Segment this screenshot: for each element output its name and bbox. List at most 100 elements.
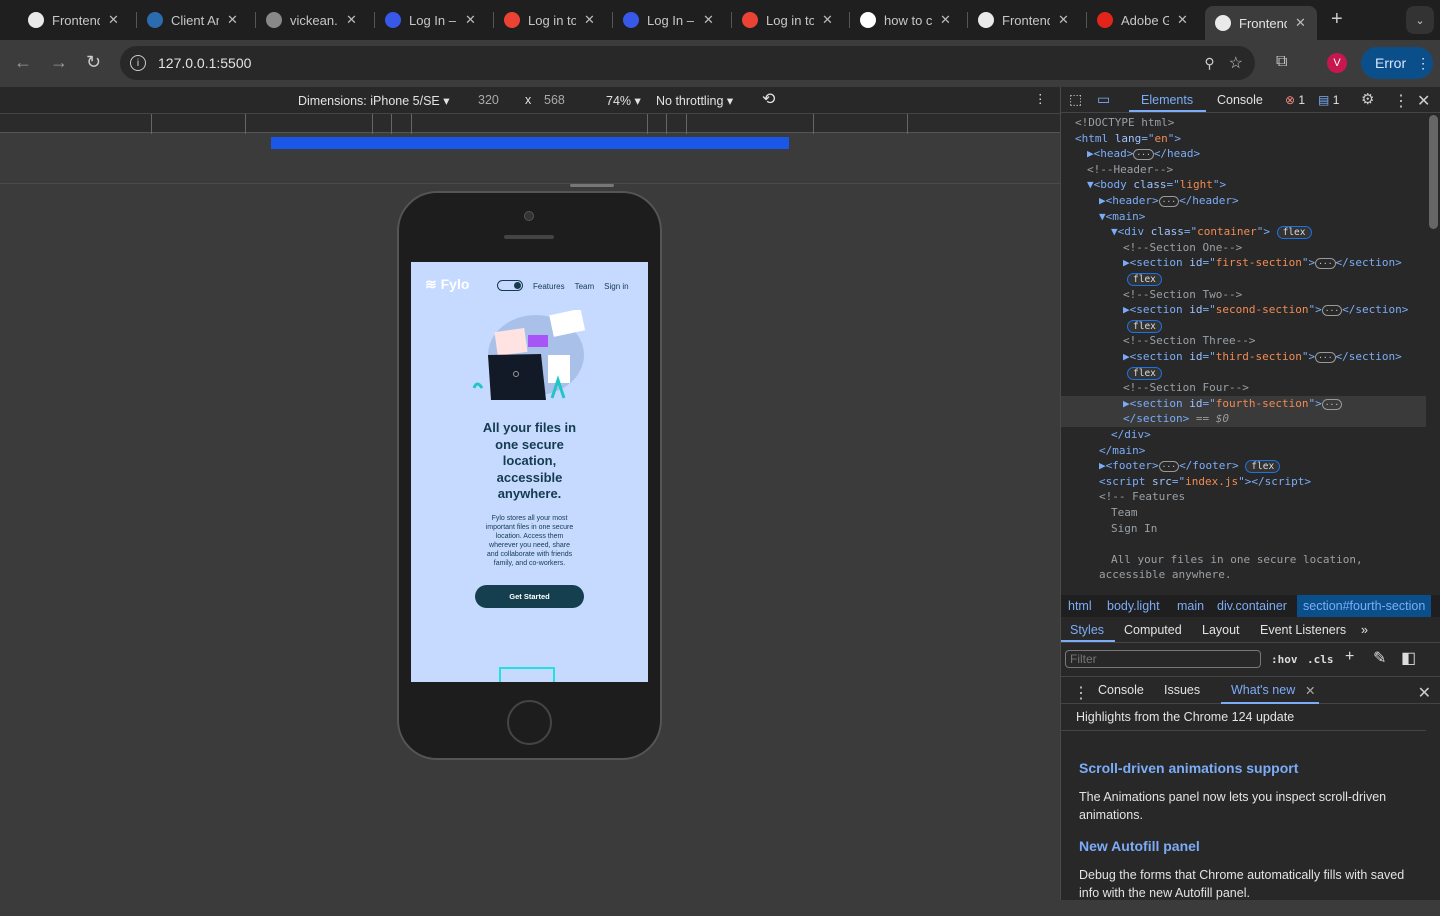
- close-tab-icon[interactable]: ✕: [1177, 12, 1188, 28]
- dom-node[interactable]: ▶<head> ··· </head>: [1087, 146, 1200, 162]
- styles-tab[interactable]: Computed: [1124, 623, 1182, 637]
- more-options-icon[interactable]: ⋮: [1034, 91, 1047, 106]
- dom-node[interactable]: Sign In: [1111, 521, 1157, 537]
- close-tab-icon[interactable]: ✕: [465, 12, 476, 28]
- close-tab-icon[interactable]: ✕: [584, 12, 595, 28]
- browser-tab[interactable]: Log in to ✕: [732, 6, 844, 34]
- dom-node[interactable]: <!--Section Two-->: [1123, 287, 1242, 303]
- throttling-select[interactable]: No throttling ▾: [656, 93, 733, 108]
- dom-node[interactable]: <html lang="en">: [1075, 131, 1181, 147]
- whats-new-title[interactable]: Scroll-driven animations support: [1079, 760, 1409, 776]
- flex-badge[interactable]: flex: [1276, 226, 1312, 240]
- browser-tab[interactable]: vickean. ✕: [256, 6, 368, 34]
- close-drawer-icon[interactable]: ✕: [1418, 683, 1431, 703]
- reload-button[interactable]: ↻: [86, 52, 101, 73]
- close-tab-icon[interactable]: ✕: [1058, 12, 1069, 28]
- dom-node[interactable]: <!-- Features: [1099, 489, 1185, 505]
- address-bar[interactable]: i 127.0.0.1:5500 ⚲ ☆: [120, 46, 1255, 80]
- hov-button[interactable]: :hov: [1271, 652, 1298, 668]
- elements-scrollbar[interactable]: [1429, 115, 1438, 229]
- breadcrumb-item[interactable]: html: [1068, 595, 1092, 617]
- dom-node[interactable]: <script src="index.js"></script>: [1099, 474, 1311, 490]
- tab-search-button[interactable]: ⌄: [1406, 6, 1434, 34]
- message-count[interactable]: ▤ 1: [1318, 93, 1339, 107]
- inspect-element-icon[interactable]: ⬚: [1069, 91, 1082, 108]
- zoom-select[interactable]: 74% ▾: [606, 93, 641, 108]
- toggle-sidebar-icon[interactable]: ◧: [1401, 648, 1416, 668]
- close-devtools-icon[interactable]: ✕: [1417, 91, 1430, 111]
- media-query-ruler[interactable]: [0, 113, 1060, 134]
- browser-tab[interactable]: Log in to ✕: [494, 6, 606, 34]
- site-nav-link[interactable]: Team: [575, 282, 595, 291]
- zoom-icon[interactable]: ⚲: [1204, 55, 1214, 72]
- breadcrumb-item[interactable]: main: [1177, 595, 1204, 617]
- browser-tab[interactable]: Frontend ✕: [18, 6, 130, 34]
- dom-node[interactable]: <!--Header-->: [1087, 162, 1173, 178]
- new-tab-button[interactable]: +: [1331, 8, 1343, 31]
- dom-node[interactable]: ▼<body class="light">: [1087, 177, 1226, 193]
- close-tab-icon[interactable]: ✕: [1295, 15, 1306, 31]
- resize-handle[interactable]: [570, 184, 614, 187]
- settings-gear-icon[interactable]: ⚙: [1361, 90, 1374, 108]
- flex-badge[interactable]: flex: [1127, 318, 1162, 334]
- dom-node[interactable]: </section> == $0: [1123, 411, 1229, 427]
- dom-node[interactable]: <!--Section One-->: [1123, 240, 1242, 256]
- close-tab-icon[interactable]: ✕: [703, 12, 714, 28]
- flex-badge[interactable]: flex: [1245, 460, 1281, 474]
- dom-node[interactable]: ▶<section id="third-section"> ··· </sectio…: [1123, 349, 1402, 365]
- device-toggle-icon[interactable]: ▭: [1097, 91, 1110, 108]
- dom-node[interactable]: ▶<section id="fourth-section"> ···: [1123, 396, 1343, 412]
- dom-node[interactable]: ▼<main>: [1099, 209, 1145, 225]
- dom-node[interactable]: ▶<section id="second-section"> ··· </secti…: [1123, 302, 1408, 318]
- dom-node[interactable]: <!DOCTYPE html>: [1075, 115, 1174, 131]
- tab-console[interactable]: Console: [1217, 93, 1263, 107]
- dom-node[interactable]: accessible anywhere.: [1099, 567, 1231, 583]
- site-nav-link[interactable]: Features: [533, 282, 565, 291]
- close-tab-icon[interactable]: ✕: [227, 12, 238, 28]
- cls-button[interactable]: .cls: [1307, 652, 1334, 668]
- dom-node[interactable]: </main>: [1099, 443, 1145, 459]
- theme-toggle[interactable]: [497, 280, 523, 291]
- back-button[interactable]: ←: [14, 52, 32, 73]
- dom-node[interactable]: Team: [1111, 505, 1138, 521]
- forward-button[interactable]: →: [50, 52, 68, 73]
- dom-node[interactable]: ▼<div class="container"> flex: [1111, 224, 1312, 240]
- more-tabs-icon[interactable]: »: [1361, 623, 1368, 637]
- browser-tab[interactable]: Frontend ✕: [1205, 6, 1317, 40]
- error-button[interactable]: Error ⋮: [1361, 47, 1433, 79]
- height-input[interactable]: 568: [544, 93, 565, 107]
- browser-tab[interactable]: Adobe G ✕: [1087, 6, 1199, 34]
- more-options-icon[interactable]: ⋮: [1393, 91, 1409, 111]
- site-info-icon[interactable]: i: [130, 55, 146, 71]
- browser-tab[interactable]: Client Area ✕: [137, 6, 249, 34]
- dom-node[interactable]: ▶<footer> ··· </footer> flex: [1099, 458, 1281, 474]
- drawer-tab[interactable]: Console: [1098, 683, 1144, 697]
- rotate-icon[interactable]: ⟲: [762, 89, 775, 109]
- styles-tab[interactable]: Styles: [1070, 623, 1104, 637]
- styles-tab[interactable]: Event Listeners: [1260, 623, 1346, 637]
- dom-node[interactable]: ▶<section id="first-section"> ··· </sectio…: [1123, 255, 1402, 271]
- site-nav-link[interactable]: Sign in: [604, 282, 628, 291]
- device-select[interactable]: Dimensions: iPhone 5/SE ▾: [298, 93, 450, 108]
- breadcrumb-item[interactable]: body.light: [1107, 595, 1160, 617]
- error-count[interactable]: ⊗ 1: [1285, 93, 1305, 107]
- dom-node[interactable]: <!--Section Four-->: [1123, 380, 1249, 396]
- profile-avatar[interactable]: V: [1327, 53, 1347, 73]
- browser-tab[interactable]: Frontend ✕: [968, 6, 1080, 34]
- flex-badge[interactable]: flex: [1127, 271, 1162, 287]
- close-tab-icon[interactable]: ✕: [940, 12, 951, 28]
- dom-node[interactable]: All your files in one secure location,: [1111, 552, 1363, 568]
- dom-node[interactable]: ▶<header> ··· </header>: [1099, 193, 1239, 209]
- new-style-rule-icon[interactable]: +: [1345, 648, 1354, 666]
- width-input[interactable]: 320: [478, 93, 499, 107]
- styles-tab[interactable]: Layout: [1202, 623, 1240, 637]
- browser-tab[interactable]: Log In – ✕: [375, 6, 487, 34]
- media-query-bar[interactable]: [271, 137, 789, 149]
- close-tab-icon[interactable]: ✕: [346, 12, 357, 28]
- bookmark-star-icon[interactable]: ☆: [1229, 53, 1243, 73]
- paint-brush-icon[interactable]: ✎: [1373, 648, 1386, 668]
- close-tab-icon[interactable]: ✕: [1305, 683, 1315, 698]
- drawer-tab[interactable]: Issues: [1164, 683, 1200, 697]
- breadcrumb-item[interactable]: div.container: [1217, 595, 1287, 617]
- breadcrumb-item[interactable]: section#fourth-section: [1297, 595, 1432, 617]
